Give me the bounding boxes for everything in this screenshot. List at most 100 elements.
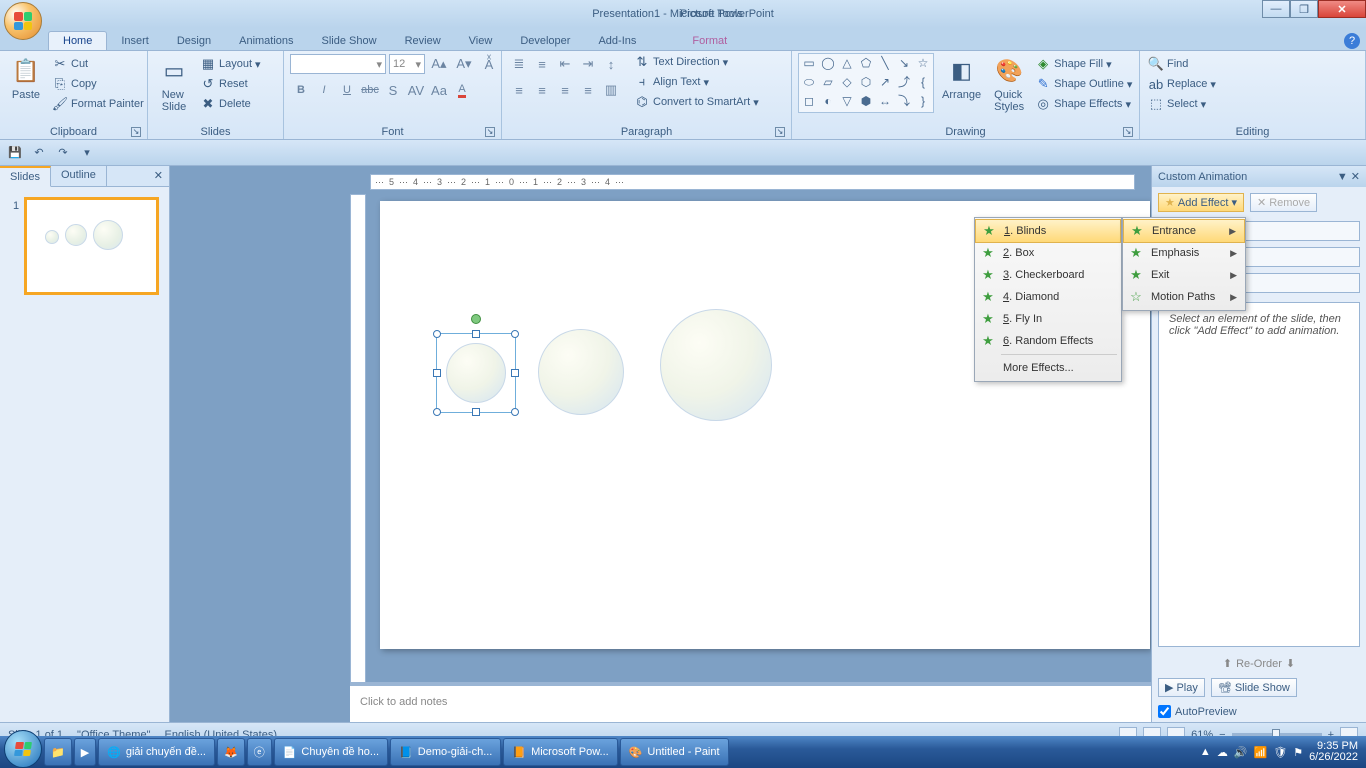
shape-fill-button[interactable]: ◈Shape Fill ▾ (1033, 55, 1134, 73)
shape-outline-button[interactable]: ✎Shape Outline ▾ (1033, 75, 1134, 93)
font-size-select[interactable]: 12▾ (389, 54, 425, 74)
tb-foxit[interactable]: 📄 Chuyên đề ho... (274, 738, 388, 766)
tray-icon[interactable]: 🛡 (1273, 746, 1287, 759)
changecase-icon[interactable]: Aa (428, 79, 450, 101)
bold-icon[interactable]: B (290, 79, 312, 101)
autopreview-checkbox[interactable]: AutoPreview (1152, 701, 1366, 722)
tab-review[interactable]: Review (391, 32, 455, 50)
tab-developer[interactable]: Developer (506, 32, 584, 50)
grow-font-icon[interactable]: A▴ (428, 53, 450, 75)
effect-blinds[interactable]: ★1. Blinds (975, 219, 1121, 243)
strike-icon[interactable]: abc (359, 79, 381, 101)
shrink-font-icon[interactable]: A▾ (453, 53, 475, 75)
outline-tab[interactable]: Outline (51, 166, 107, 186)
selection-box[interactable] (436, 333, 516, 413)
align-right-icon[interactable]: ≡ (554, 79, 576, 101)
panel-dropdown-icon[interactable]: ▼ (1337, 171, 1348, 183)
rotate-handle[interactable] (471, 314, 481, 324)
tb-powerpoint[interactable]: 📙 Microsoft Pow... (503, 738, 617, 766)
tb-ie[interactable]: ⓔ (247, 738, 272, 766)
save-icon[interactable]: 💾 (6, 144, 24, 162)
tb-media[interactable]: ▶ (74, 738, 96, 766)
cut-button[interactable]: ✂Cut (50, 55, 146, 73)
clear-format-icon[interactable]: Aͯ (478, 53, 500, 75)
align-center-icon[interactable]: ≡ (531, 79, 553, 101)
numbering-icon[interactable]: ≡ (531, 53, 553, 75)
start-button[interactable] (4, 730, 42, 768)
find-button[interactable]: 🔍Find (1146, 55, 1218, 73)
align-left-icon[interactable]: ≡ (508, 79, 530, 101)
office-button[interactable] (4, 2, 42, 40)
tab-addins[interactable]: Add-Ins (584, 32, 650, 50)
quick-styles-button[interactable]: 🎨Quick Styles (989, 53, 1029, 115)
help-icon[interactable]: ? (1344, 33, 1360, 49)
layout-button[interactable]: ▦Layout ▾ (198, 55, 263, 73)
clipboard-launcher[interactable]: ↘ (131, 127, 141, 137)
format-painter-button[interactable]: 🖌Format Painter (50, 95, 146, 113)
cat-exit[interactable]: ★Exit▶ (1123, 264, 1245, 286)
system-tray[interactable]: ▲ ☁ 🔊 📶 🛡 ⚑ 9:35 PM6/26/2022 (1200, 741, 1362, 763)
indent-inc-icon[interactable]: ⇥ (577, 53, 599, 75)
play-button[interactable]: ▶ Play (1158, 678, 1205, 697)
underline-icon[interactable]: U (336, 79, 358, 101)
fontcolor-icon[interactable]: A (451, 79, 473, 101)
more-effects[interactable]: More Effects... (975, 357, 1121, 379)
cat-entrance[interactable]: ★Entrance▶ (1123, 219, 1245, 243)
justify-icon[interactable]: ≡ (577, 79, 599, 101)
tb-explorer[interactable]: 📁 (44, 738, 72, 766)
new-slide-button[interactable]: ▭ New Slide (154, 53, 194, 115)
tb-word[interactable]: 📘 Demo-giải-ch... (390, 738, 501, 766)
add-effect-button[interactable]: ★Add Effect ▾ (1158, 193, 1244, 212)
effect-random[interactable]: ★6. Random Effects (975, 330, 1121, 352)
minimize-button[interactable]: — (1262, 0, 1290, 18)
notes-pane[interactable]: Click to add notes (350, 682, 1151, 722)
slides-tab[interactable]: Slides (0, 166, 51, 187)
replace-button[interactable]: abReplace ▾ (1146, 75, 1218, 93)
delete-button[interactable]: ✖Delete (198, 95, 263, 113)
undo-icon[interactable]: ↶ (30, 144, 48, 162)
tb-firefox[interactable]: 🦊 (217, 738, 245, 766)
spacing-icon[interactable]: AV (405, 79, 427, 101)
panel-close-icon[interactable]: ✕ (148, 166, 169, 186)
indent-dec-icon[interactable]: ⇤ (554, 53, 576, 75)
drawing-launcher[interactable]: ↘ (1123, 127, 1133, 137)
effect-diamond[interactable]: ★4. Diamond (975, 286, 1121, 308)
italic-icon[interactable]: I (313, 79, 335, 101)
bullets-icon[interactable]: ≣ (508, 53, 530, 75)
reset-button[interactable]: ↺Reset (198, 75, 263, 93)
panel-close-icon[interactable]: ✕ (1351, 171, 1360, 183)
tab-format[interactable]: Format (678, 32, 741, 50)
tray-icon[interactable]: ☁ (1217, 746, 1228, 759)
tb-paint[interactable]: 🎨 Untitled - Paint (620, 738, 729, 766)
arrange-button[interactable]: ◧Arrange (938, 53, 985, 103)
tray-icon[interactable]: ⚑ (1293, 746, 1303, 759)
tb-chrome[interactable]: 🌐 giải chuyến đề... (98, 738, 215, 766)
slideshow-button[interactable]: 📽 Slide Show (1211, 678, 1297, 697)
tray-icon[interactable]: ▲ (1200, 746, 1211, 758)
tab-insert[interactable]: Insert (107, 32, 163, 50)
slide-thumbnail-1[interactable]: 1 (24, 197, 159, 295)
linespacing-icon[interactable]: ↕ (600, 53, 622, 75)
columns-icon[interactable]: ▥ (600, 79, 622, 101)
tray-icon[interactable]: 📶 (1254, 746, 1268, 759)
shape-effects-button[interactable]: ◎Shape Effects ▾ (1033, 95, 1134, 113)
tray-icon[interactable]: 🔊 (1234, 746, 1248, 759)
qat-more-icon[interactable]: ▾ (78, 144, 96, 162)
font-launcher[interactable]: ↘ (485, 127, 495, 137)
tab-design[interactable]: Design (163, 32, 225, 50)
select-button[interactable]: ⬚Select ▾ (1146, 95, 1218, 113)
redo-icon[interactable]: ↷ (54, 144, 72, 162)
tab-slideshow[interactable]: Slide Show (308, 32, 391, 50)
paragraph-launcher[interactable]: ↘ (775, 127, 785, 137)
font-name-select[interactable]: ▾ (290, 54, 386, 74)
shapes-gallery[interactable]: ▭◯△⬠╲↘☆ ⬭▱◇⬡↗⤴{ ◻◐▽⬢↔⤵} (798, 53, 934, 113)
effect-box[interactable]: ★2. Box (975, 242, 1121, 264)
cat-emphasis[interactable]: ★Emphasis▶ (1123, 242, 1245, 264)
close-button[interactable]: ✕ (1318, 0, 1366, 18)
shadow-icon[interactable]: S (382, 79, 404, 101)
tab-animations[interactable]: Animations (225, 32, 307, 50)
cat-motion[interactable]: ☆Motion Paths▶ (1123, 286, 1245, 308)
tab-view[interactable]: View (455, 32, 507, 50)
effect-flyin[interactable]: ★5. Fly In (975, 308, 1121, 330)
paste-button[interactable]: 📋 Paste (6, 53, 46, 103)
